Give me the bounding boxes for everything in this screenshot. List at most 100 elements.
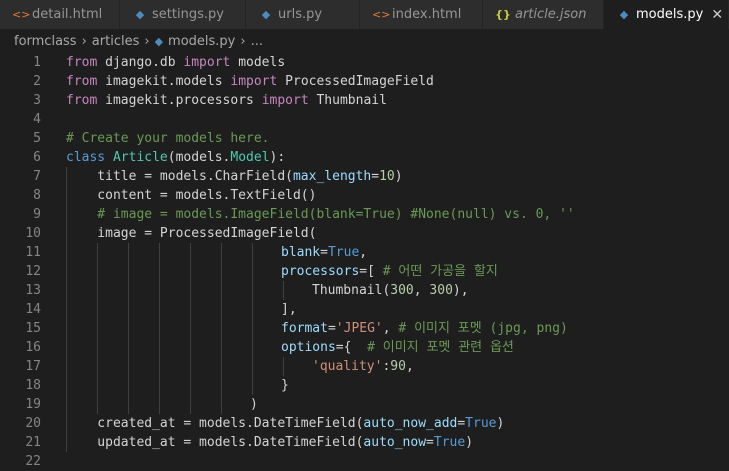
breadcrumb-folder-articles[interactable]: articles bbox=[92, 34, 140, 49]
tab-urls-py[interactable]: ◆ urls.py bbox=[246, 0, 360, 29]
indent-guide bbox=[252, 262, 253, 281]
chevron-right-icon: › bbox=[144, 33, 150, 49]
code-line: 15 format='JPEG', # 이미지 포멧 (jpg, png) bbox=[0, 319, 729, 338]
code-token: ) bbox=[465, 435, 474, 450]
constant: True bbox=[433, 435, 466, 450]
code-line: 14 ], bbox=[0, 300, 729, 319]
indent-guide bbox=[252, 357, 253, 376]
indent-guide bbox=[97, 262, 98, 281]
number: 300 bbox=[390, 283, 414, 298]
breadcrumb-folder-formclass[interactable]: formclass bbox=[14, 34, 77, 49]
code-line: 12 processors=[ # 어떤 가공을 할지 bbox=[0, 262, 729, 281]
code-token: created_at = models.DateTimeField( bbox=[66, 416, 364, 431]
tab-index-html[interactable]: <> index.html bbox=[360, 0, 483, 29]
indent-guide bbox=[128, 243, 129, 262]
code-token: title = models.CharField( bbox=[66, 169, 293, 184]
indent-guide bbox=[221, 376, 222, 395]
code-token: = bbox=[457, 416, 466, 431]
keyword: import bbox=[261, 93, 309, 108]
indent-guide bbox=[252, 338, 253, 357]
indent-guide bbox=[128, 281, 129, 300]
name: models bbox=[230, 55, 286, 70]
indent-guide bbox=[97, 338, 98, 357]
number: 300 bbox=[429, 283, 453, 298]
indent-guide bbox=[66, 414, 67, 433]
tab-detail-html[interactable]: <> detail.html bbox=[0, 0, 120, 29]
indent-guide bbox=[66, 395, 67, 414]
code-text: ], bbox=[66, 300, 297, 319]
line-number: 5 bbox=[33, 131, 41, 146]
indent-guide bbox=[159, 262, 160, 281]
indent-guide bbox=[221, 243, 222, 262]
code-text: # Create your models here. bbox=[66, 129, 270, 148]
class-name: Model bbox=[230, 150, 270, 165]
html-icon: <> bbox=[12, 8, 31, 21]
indent-guide bbox=[159, 357, 160, 376]
code-line: 19 ) bbox=[0, 395, 729, 414]
code-text: 'quality':90, bbox=[66, 357, 414, 376]
tab-label: urls.py bbox=[278, 7, 323, 22]
tab-settings-py[interactable]: ◆ settings.py bbox=[120, 0, 246, 29]
name: Thumbnail bbox=[308, 93, 387, 108]
code-text: } bbox=[66, 376, 289, 395]
indent-guide bbox=[97, 300, 98, 319]
code-token: =[ bbox=[359, 264, 383, 279]
indent-guide bbox=[66, 319, 67, 338]
breadcrumb-file-models[interactable]: models.py bbox=[168, 34, 235, 49]
indent-guide bbox=[97, 357, 98, 376]
indent-guide bbox=[221, 300, 222, 319]
line-number: 17 bbox=[25, 359, 41, 374]
indent-guide bbox=[66, 186, 67, 205]
line-number: 3 bbox=[33, 93, 41, 108]
line-number: 18 bbox=[25, 378, 41, 393]
code-token: ) bbox=[496, 416, 505, 431]
html-icon: <> bbox=[372, 8, 391, 21]
parameter: auto_now bbox=[363, 435, 427, 450]
close-icon[interactable]: ✕ bbox=[711, 7, 723, 23]
string: 'quality' bbox=[312, 359, 383, 374]
code-line: 13 Thumbnail(300, 300), bbox=[0, 281, 729, 300]
indent-guide bbox=[128, 338, 129, 357]
code-line: 21 updated_at = models.DateTimeField(aut… bbox=[0, 433, 729, 452]
code-token: (models. bbox=[167, 150, 231, 165]
code-text: updated_at = models.DateTimeField(auto_n… bbox=[66, 433, 473, 452]
code-text: Thumbnail(300, 300), bbox=[66, 281, 469, 300]
breadcrumb: formclass › articles › ◆ models.py › ... bbox=[0, 29, 729, 53]
code-line: 10 image = ProcessedImageField( bbox=[0, 224, 729, 243]
indent-guide bbox=[159, 300, 160, 319]
code-token: ], bbox=[281, 302, 297, 317]
code-line: 6 class Article(models.Model): bbox=[0, 148, 729, 167]
code-token: = bbox=[426, 435, 434, 450]
line-number: 8 bbox=[33, 188, 41, 203]
line-number: 2 bbox=[33, 74, 41, 89]
code-text: processors=[ # 어떤 가공을 할지 bbox=[66, 262, 498, 281]
tab-article-json[interactable]: {} article.json bbox=[483, 0, 604, 29]
code-line: 4 bbox=[0, 110, 729, 129]
line-number: 12 bbox=[25, 264, 41, 279]
parameter: blank bbox=[281, 245, 321, 260]
number: 10 bbox=[379, 169, 395, 184]
code-token: , bbox=[382, 321, 399, 336]
python-icon: ◆ bbox=[261, 8, 271, 21]
tab-models-py[interactable]: ◆ models.py ✕ bbox=[604, 0, 729, 29]
code-line: 7 title = models.CharField(max_length=10… bbox=[0, 167, 729, 186]
indent-guide bbox=[97, 243, 98, 262]
code-text: blank=True, bbox=[66, 243, 367, 262]
code-text: image = ProcessedImageField( bbox=[66, 224, 316, 243]
tab-label: article.json bbox=[515, 7, 587, 22]
code-token: image = ProcessedImageField( bbox=[66, 226, 317, 241]
tab-bar: <> detail.html ◆ settings.py ◆ urls.py <… bbox=[0, 0, 729, 29]
line-number: 22 bbox=[25, 454, 41, 469]
code-line: 9 # image = models.ImageField(blank=True… bbox=[0, 205, 729, 224]
breadcrumb-symbol[interactable]: ... bbox=[251, 34, 263, 49]
code-line: 22 bbox=[0, 452, 729, 471]
indent-guide bbox=[128, 262, 129, 281]
indent-guide bbox=[66, 205, 67, 224]
line-number: 11 bbox=[25, 245, 41, 260]
code-token: = bbox=[320, 245, 328, 260]
code-editor[interactable]: 1 from django.db import models 2 from im… bbox=[0, 53, 729, 471]
indent-guide bbox=[283, 281, 284, 300]
indent-guide bbox=[128, 357, 129, 376]
indent-guide bbox=[128, 376, 129, 395]
indent-guide bbox=[190, 243, 191, 262]
